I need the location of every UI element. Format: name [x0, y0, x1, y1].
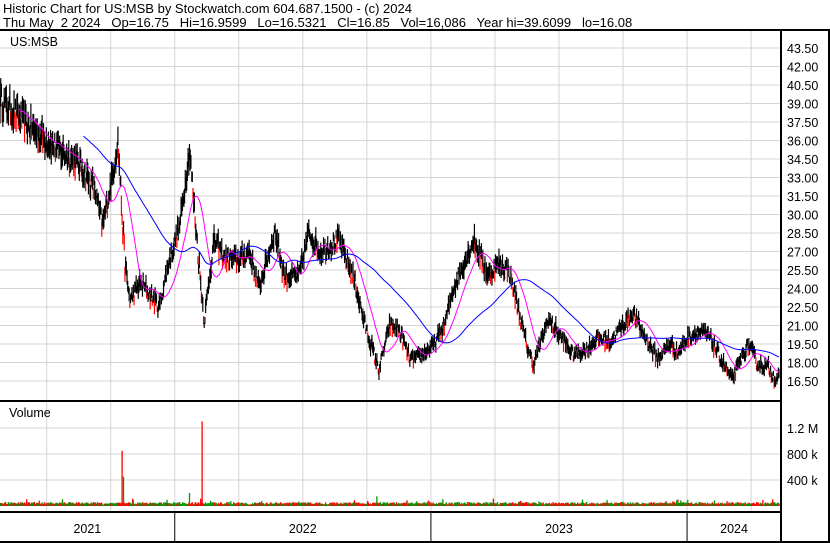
price-tick-label: 36.00	[787, 135, 818, 149]
volume-tick-label: 400 k	[787, 474, 818, 488]
price-tick-label: 24.00	[787, 283, 818, 297]
chart-window: Historic Chart for US:MSB by Stockwatch.…	[0, 0, 830, 543]
volume-tick-label: 800 k	[787, 448, 818, 462]
year-label: 2023	[545, 522, 573, 536]
price-volume-chart: US:MSB Volume 43.50 42.00 40.50 39.00 37.50 3…	[0, 29, 830, 543]
price-tick-label: 22.50	[787, 301, 818, 315]
price-tick-label: 37.50	[787, 116, 818, 130]
symbol-label: US:MSB	[10, 35, 58, 49]
year-label: 2024	[720, 522, 748, 536]
panel-borders	[0, 29, 830, 543]
year-label: 2022	[289, 522, 317, 536]
volume-label: Volume	[9, 406, 51, 420]
price-tick-label: 33.00	[787, 172, 818, 186]
axis-ticks: 43.50 42.00 40.50 39.00 37.50 36.00 34.50 33.00…	[73, 42, 818, 541]
price-tick-label: 42.00	[787, 61, 818, 75]
price-tick-label: 25.50	[787, 264, 818, 278]
price-tick-label: 18.00	[787, 357, 818, 371]
year-label: 2021	[73, 522, 101, 536]
grid-lines	[0, 31, 781, 511]
volume-bars	[0, 421, 780, 506]
price-tick-label: 34.50	[787, 153, 818, 167]
price-tick-label: 27.00	[787, 246, 818, 260]
price-tick-label: 28.50	[787, 227, 818, 241]
price-tick-label: 31.50	[787, 190, 818, 204]
price-tick-label: 43.50	[787, 42, 818, 56]
volume-tick-label: 1.2 M	[787, 422, 818, 436]
price-tick-label: 21.00	[787, 320, 818, 334]
price-tick-label: 19.50	[787, 338, 818, 352]
price-tick-label: 16.50	[787, 375, 818, 389]
price-tick-label: 39.00	[787, 98, 818, 112]
price-tick-label: 30.00	[787, 209, 818, 223]
price-tick-label: 40.50	[787, 79, 818, 93]
